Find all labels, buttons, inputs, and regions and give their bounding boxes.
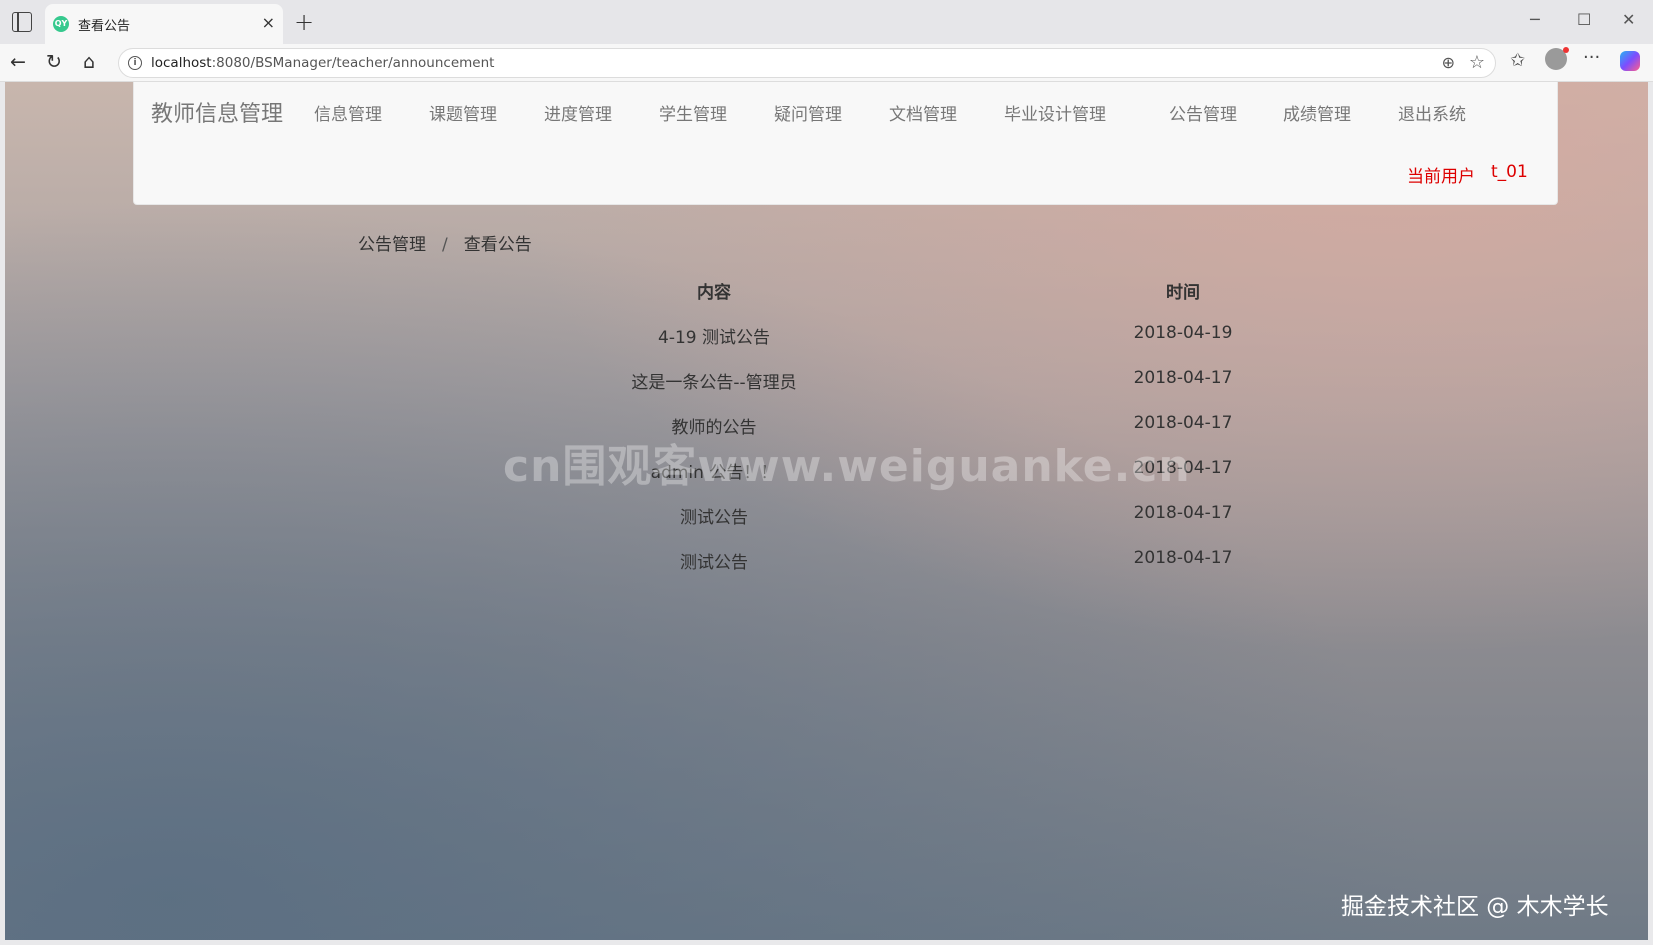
breadcrumb-parent[interactable]: 公告管理 (358, 235, 426, 255)
home-icon[interactable]: ⌂ (83, 51, 95, 73)
nav-item-graduation-design[interactable]: 毕业设计管理 (1004, 100, 1106, 125)
cell-time: 2018-04-19 (1133, 323, 1233, 343)
favicon-icon: QY (53, 16, 69, 32)
info-icon[interactable]: i (128, 56, 142, 70)
browser-tab[interactable]: QY 查看公告 × (45, 4, 283, 44)
cell-time: 2018-04-17 (1133, 548, 1233, 568)
current-user-label: 当前用户 (1407, 167, 1475, 187)
more-icon[interactable]: ··· (1583, 47, 1600, 68)
minimize-icon[interactable]: ─ (1530, 10, 1540, 29)
cell-time: 2018-04-17 (1133, 503, 1233, 523)
nav-item-logout[interactable]: 退出系统 (1398, 100, 1466, 125)
browser-address-bar: ← ↻ ⌂ i localhost:8080/BSManager/teacher… (0, 44, 1653, 82)
url-field[interactable]: i localhost:8080/BSManager/teacher/annou… (118, 48, 1496, 78)
page-viewport: 教师信息管理 信息管理 课题管理 进度管理 学生管理 疑问管理 文档管理 毕业设… (5, 82, 1648, 940)
cell-content: 测试公告 (680, 508, 748, 528)
navbar-brand[interactable]: 教师信息管理 (151, 96, 283, 128)
column-header-time: 时间 (1166, 283, 1200, 303)
nav-item-grades[interactable]: 成绩管理 (1283, 100, 1351, 125)
favorites-icon[interactable]: ✩ (1510, 50, 1525, 71)
browser-tab-bar: QY 查看公告 × + ─ ☐ ✕ (0, 0, 1653, 44)
window-close-icon[interactable]: ✕ (1622, 10, 1635, 29)
url-text: localhost:8080/BSManager/teacher/announc… (151, 55, 495, 71)
copilot-icon[interactable] (1620, 51, 1640, 71)
breadcrumb-current: 查看公告 (463, 235, 532, 255)
zoom-icon[interactable]: ⊕ (1442, 53, 1455, 72)
column-header-content: 内容 (697, 283, 731, 303)
cell-content: 这是一条公告--管理员 (631, 373, 797, 393)
reload-icon[interactable]: ↻ (46, 51, 62, 73)
back-arrow-icon[interactable]: ← (10, 51, 26, 73)
nav-item-questions[interactable]: 疑问管理 (774, 100, 842, 125)
nav-item-info[interactable]: 信息管理 (314, 100, 382, 125)
close-icon[interactable]: × (262, 13, 275, 32)
breadcrumb-separator: / (442, 235, 448, 255)
nav-item-students[interactable]: 学生管理 (659, 100, 727, 125)
top-navbar: 教师信息管理 信息管理 课题管理 进度管理 学生管理 疑问管理 文档管理 毕业设… (133, 82, 1558, 205)
cell-content: 测试公告 (680, 553, 748, 573)
nav-item-progress[interactable]: 进度管理 (544, 100, 612, 125)
cell-content: 4-19 测试公告 (658, 328, 770, 348)
plus-icon[interactable]: + (294, 8, 314, 36)
notification-dot (1563, 47, 1569, 53)
tab-title: 查看公告 (78, 19, 131, 34)
watermark-text: cn围观客www.weiguanke.cn (503, 441, 1191, 492)
nav-item-topics[interactable]: 课题管理 (429, 100, 497, 125)
maximize-icon[interactable]: ☐ (1577, 10, 1591, 29)
star-icon[interactable]: ☆ (1469, 52, 1485, 73)
sidebar-toggle-icon[interactable] (12, 12, 32, 32)
credit-text: 掘金技术社区 @ 木木学长 (1341, 894, 1609, 920)
nav-item-documents[interactable]: 文档管理 (889, 100, 957, 125)
breadcrumb: 公告管理 / 查看公告 (358, 230, 532, 255)
current-user-name: t_01 (1491, 162, 1528, 182)
nav-item-announcements[interactable]: 公告管理 (1169, 100, 1237, 125)
cell-time: 2018-04-17 (1133, 368, 1233, 388)
